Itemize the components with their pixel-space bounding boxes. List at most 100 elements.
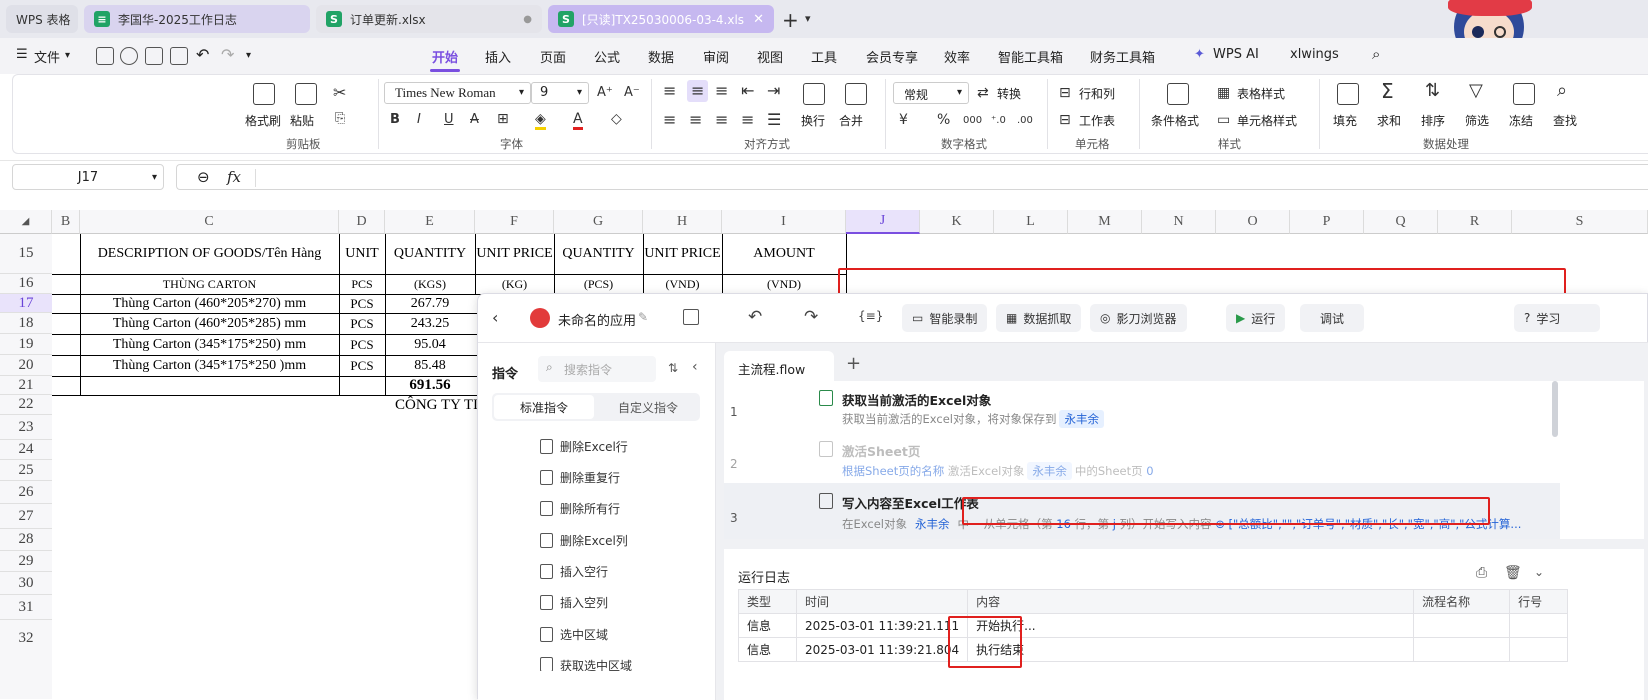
column-header[interactable]: D	[339, 210, 385, 234]
grid-cell[interactable]: Thùng Carton (345*175*250) mm	[80, 334, 339, 355]
grid-cell[interactable]: (KGS)	[385, 274, 475, 294]
menu-finance-toolbox[interactable]: 财务工具箱	[1090, 47, 1155, 66]
debug-button[interactable]: 调试	[1300, 304, 1365, 332]
grid-cell[interactable]: UNIT PRICE	[643, 234, 722, 274]
sort-button[interactable]: 排序	[1421, 112, 1445, 129]
row-header[interactable]: 30	[0, 572, 52, 595]
row-header[interactable]: 20	[0, 355, 52, 376]
column-header[interactable]: O	[1216, 210, 1290, 234]
tab-wps-home[interactable]: WPS 表格	[6, 5, 78, 33]
grid-cell[interactable]: Thùng Carton (460*205*270) mm	[80, 294, 339, 313]
command-item[interactable]: 删除Excel列	[540, 532, 628, 549]
row-header[interactable]: 32	[0, 620, 52, 699]
underline-icon[interactable]: U	[444, 112, 454, 128]
grid-cell[interactable]: QUANTITY	[385, 234, 475, 274]
align-top-icon[interactable]: ≡	[663, 83, 676, 99]
wrap-button[interactable]: 换行	[801, 112, 825, 129]
print-preview-icon[interactable]	[170, 47, 188, 65]
redo-icon[interactable]: ↷	[221, 45, 234, 64]
italic-icon[interactable]: I	[417, 112, 421, 128]
flow-step-disabled[interactable]: 2 激活Sheet页 根据Sheet页的名称 激活Excel对象 永丰余 中的She…	[724, 431, 1560, 483]
grid-cell[interactable]: AMOUNT	[722, 234, 846, 274]
menu-xlwings[interactable]: xlwings	[1290, 47, 1339, 62]
grid-cell[interactable]: PCS	[339, 313, 385, 334]
grid-cell[interactable]: QUANTITY	[554, 234, 643, 274]
grid-cell[interactable]: 243.25	[385, 313, 475, 334]
grid-cell[interactable]: THÙNG CARTON	[80, 274, 339, 294]
column-header[interactable]: Q	[1364, 210, 1438, 234]
paste-button[interactable]: 粘贴	[290, 112, 314, 129]
menu-data[interactable]: 数据	[648, 47, 674, 66]
column-header[interactable]: H	[643, 210, 722, 234]
command-item[interactable]: 插入空行	[540, 563, 608, 580]
strikethrough-icon[interactable]: A	[470, 112, 479, 128]
grid-cell[interactable]: DESCRIPTION OF GOODS/Tên Hàng	[80, 234, 339, 274]
column-header[interactable]: B	[52, 210, 80, 234]
justify-icon[interactable]: ≡	[741, 112, 754, 128]
formula-input[interactable]: ⊖ fx	[176, 164, 1648, 190]
tab-order-update[interactable]: S 订单更新.xlsx ●	[316, 5, 542, 33]
row-header[interactable]: 26	[0, 481, 52, 504]
column-header[interactable]: E	[385, 210, 475, 234]
new-tab-icon[interactable]: +	[782, 8, 799, 32]
grid-cell[interactable]: (PCS)	[554, 274, 643, 294]
increase-font-icon[interactable]: A⁺	[597, 85, 613, 101]
scrollbar[interactable]	[1552, 381, 1558, 437]
merge-button[interactable]: 合并	[839, 112, 863, 129]
freeze-button[interactable]: 冻结	[1509, 112, 1533, 129]
worksheet-button[interactable]: 工作表	[1079, 112, 1115, 129]
grid-cell[interactable]: UNIT PRICE	[475, 234, 554, 274]
menu-page[interactable]: 页面	[540, 47, 566, 66]
row-header[interactable]: 17	[0, 294, 52, 313]
cut-icon[interactable]: ✂	[333, 85, 346, 101]
redo-icon[interactable]: ↷	[804, 307, 818, 327]
menu-formula[interactable]: 公式	[594, 47, 620, 66]
tab-worklog[interactable]: ≡ 李国华-2025工作日志	[84, 5, 310, 33]
bold-icon[interactable]: B	[390, 112, 400, 128]
row-header[interactable]: 21	[0, 376, 52, 395]
fill-color-icon[interactable]: ◈	[535, 111, 546, 130]
row-header[interactable]: 25	[0, 460, 52, 481]
tab-standard-commands[interactable]: 标准指令	[494, 395, 594, 419]
row-header[interactable]: 22	[0, 395, 52, 415]
table-row[interactable]: 信息 2025-03-01 11:39:21.111 开始执行...	[738, 613, 1568, 638]
align-middle-icon[interactable]: ≡	[687, 80, 709, 102]
grid-cell[interactable]: 85.48	[385, 355, 475, 376]
decimal-increase-icon[interactable]: ⁺.0	[991, 113, 1006, 129]
zoom-icon[interactable]: ⊖	[197, 168, 210, 186]
grid-cell[interactable]: (VND)	[722, 274, 846, 294]
column-header[interactable]: P	[1290, 210, 1364, 234]
grid-cell[interactable]: 95.04	[385, 334, 475, 355]
undo-icon[interactable]: ↶	[196, 45, 209, 64]
indent-decrease-icon[interactable]: ⇤	[741, 83, 754, 99]
grid-cell[interactable]: UNIT	[339, 234, 385, 274]
chevron-down-icon[interactable]: ▾	[246, 50, 251, 61]
thousands-icon[interactable]: 000	[963, 113, 982, 129]
align-left-icon[interactable]: ≡	[663, 112, 676, 128]
column-header[interactable]: I	[722, 210, 846, 234]
filter-button[interactable]: 筛选	[1465, 112, 1489, 129]
fill-button[interactable]: 填充	[1333, 112, 1357, 129]
app-name[interactable]: 未命名的应用	[558, 310, 636, 329]
grid-cell[interactable]: PCS	[339, 274, 385, 294]
close-icon[interactable]: ✕	[753, 12, 764, 27]
grid-cell[interactable]: (KG)	[475, 274, 554, 294]
border-icon[interactable]: ⊞	[497, 111, 509, 127]
column-header[interactable]: J	[846, 210, 920, 234]
distribute-icon[interactable]: ☰	[767, 112, 781, 128]
search-icon[interactable]: ⌕	[1372, 45, 1380, 63]
clear-format-icon[interactable]: ◇	[611, 111, 622, 127]
back-icon[interactable]: ‹	[492, 308, 498, 327]
decrease-font-icon[interactable]: A⁻	[624, 85, 640, 101]
align-bottom-icon[interactable]: ≡	[715, 83, 728, 99]
variables-icon[interactable]: {≡}	[858, 309, 883, 323]
font-name-select[interactable]: Times New Roman ▾	[384, 82, 531, 104]
menu-member[interactable]: 会员专享	[866, 47, 918, 66]
row-header[interactable]: 28	[0, 529, 52, 551]
column-header[interactable]: S	[1512, 210, 1648, 234]
column-header[interactable]: L	[994, 210, 1068, 234]
menu-home[interactable]: 开始	[432, 47, 458, 66]
command-item[interactable]: 插入空列	[540, 594, 608, 611]
table-style-button[interactable]: 表格样式	[1237, 85, 1285, 102]
row-header[interactable]: 29	[0, 551, 52, 572]
